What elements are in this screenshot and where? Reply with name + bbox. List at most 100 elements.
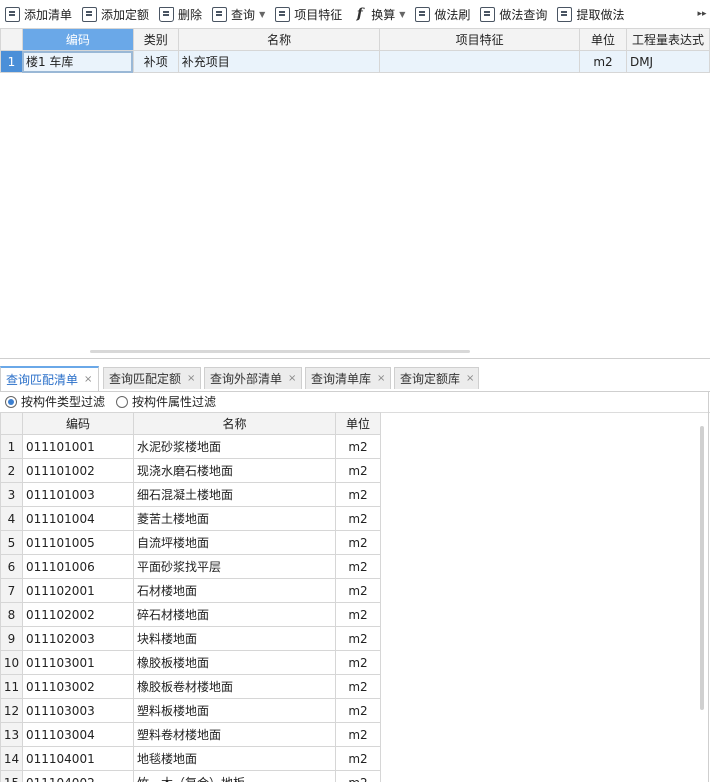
vertical-scrollbar[interactable] [700,426,704,710]
name-cell[interactable]: 橡胶板卷材楼地面 [133,674,336,699]
row-number[interactable]: 4 [0,506,23,531]
code-cell[interactable]: 楼1 车库 [21,50,134,73]
row-number[interactable]: 15 [0,770,23,782]
type-cell[interactable]: 补项 [132,50,179,73]
row-number[interactable]: 3 [0,482,23,507]
code-cell[interactable]: 011101003 [22,482,134,507]
table-row[interactable]: 6 011101006 平面砂浆找平层 m2 [0,554,381,579]
table-row[interactable]: 4 011101004 菱苦土楼地面 m2 [0,506,381,531]
code-cell[interactable]: 011101004 [22,506,134,531]
corner-cell[interactable] [0,412,23,435]
name-cell[interactable]: 石材楼地面 [133,578,336,603]
delete-button[interactable]: 删除 [154,0,207,28]
unit-cell[interactable]: m2 [335,530,381,555]
row-number[interactable]: 12 [0,698,23,723]
row-number[interactable]: 8 [0,602,23,627]
name-cell[interactable]: 地毯楼地面 [133,746,336,771]
unit-cell[interactable]: m2 [335,602,381,627]
code-cell[interactable]: 011102001 [22,578,134,603]
unit-cell[interactable]: m2 [335,650,381,675]
row-number[interactable]: 14 [0,746,23,771]
table-row[interactable]: 10 011103001 橡胶板楼地面 m2 [0,650,381,675]
filter-by-attribute-radio[interactable]: 按构件属性过滤 [116,393,216,410]
table-row[interactable]: 12 011103003 塑料板楼地面 m2 [0,698,381,723]
table-row[interactable]: 9 011102003 块料楼地面 m2 [0,626,381,651]
name-cell[interactable]: 现浇水磨石楼地面 [133,458,336,483]
row-number[interactable]: 6 [0,554,23,579]
column-header-unit[interactable]: 单位 [579,28,627,51]
name-cell[interactable]: 自流坪楼地面 [133,530,336,555]
close-icon[interactable]: × [84,374,92,385]
row-number[interactable]: 2 [0,458,23,483]
name-cell[interactable]: 菱苦土楼地面 [133,506,336,531]
tab-query-match-list[interactable]: 查询匹配清单 × [0,366,99,391]
query-button[interactable]: 查询 ▼ [207,0,270,28]
name-cell[interactable]: 竹、木（复合）地板 [133,770,336,782]
row-number[interactable]: 9 [0,626,23,651]
code-cell[interactable]: 011103004 [22,722,134,747]
name-cell[interactable]: 块料楼地面 [133,626,336,651]
unit-cell[interactable]: m2 [335,746,381,771]
name-cell[interactable]: 橡胶板楼地面 [133,650,336,675]
column-header-unit[interactable]: 单位 [335,412,381,435]
close-icon[interactable]: × [377,373,385,384]
code-cell[interactable]: 011103003 [22,698,134,723]
code-cell[interactable]: 011104002 [22,770,134,782]
table-row[interactable]: 2 011101002 现浇水磨石楼地面 m2 [0,458,381,483]
table-row[interactable]: 14 011104001 地毯楼地面 m2 [0,746,381,771]
code-cell[interactable]: 011101002 [22,458,134,483]
table-row[interactable]: 13 011103004 塑料卷材楼地面 m2 [0,722,381,747]
radio-unselected-icon[interactable] [116,395,129,408]
row-number[interactable]: 1 [0,50,23,73]
code-cell[interactable]: 011102002 [22,602,134,627]
table-row[interactable]: 8 011102002 碎石材楼地面 m2 [0,602,381,627]
feature-button[interactable]: 项目特征 [270,0,347,28]
unit-cell[interactable]: m2 [335,482,381,507]
unit-cell[interactable]: m2 [579,50,627,73]
column-header-code[interactable]: 编码 [21,28,134,51]
name-cell[interactable]: 平面砂浆找平层 [133,554,336,579]
name-cell[interactable]: 补充项目 [177,50,381,73]
unit-cell[interactable]: m2 [335,674,381,699]
unit-cell[interactable]: m2 [335,770,381,782]
table-row[interactable]: 11 011103002 橡胶板卷材楼地面 m2 [0,674,381,699]
column-header-type[interactable]: 类别 [132,28,179,51]
method-brush-button[interactable]: 做法刷 [410,0,475,28]
close-icon[interactable]: × [288,373,296,384]
extract-method-button[interactable]: 提取做法 [552,0,629,28]
code-cell[interactable]: 011103002 [22,674,134,699]
unit-cell[interactable]: m2 [335,458,381,483]
unit-cell[interactable]: m2 [335,578,381,603]
row-number[interactable]: 7 [0,578,23,603]
name-cell[interactable]: 水泥砂浆楼地面 [133,434,336,459]
row-number[interactable]: 5 [0,530,23,555]
expression-cell[interactable]: DMJ [625,50,710,73]
query-dropdown-caret-icon[interactable]: ▼ [259,10,265,19]
unit-cell[interactable]: m2 [335,626,381,651]
code-cell[interactable]: 011103001 [22,650,134,675]
unit-cell[interactable]: m2 [335,698,381,723]
column-header-name[interactable]: 名称 [133,412,336,435]
add-list-button[interactable]: 添加清单 [0,0,77,28]
name-cell[interactable]: 碎石材楼地面 [133,602,336,627]
row-number[interactable]: 1 [0,434,23,459]
unit-cell[interactable]: m2 [335,506,381,531]
tab-query-quota-library[interactable]: 查询定额库 × [394,367,479,389]
name-cell[interactable]: 塑料卷材楼地面 [133,722,336,747]
code-cell[interactable]: 011101001 [22,434,134,459]
close-icon[interactable]: × [187,373,195,384]
horizontal-scrollbar[interactable] [90,350,470,353]
close-icon[interactable]: × [466,373,474,384]
filter-by-type-radio[interactable]: 按构件类型过滤 [5,393,105,410]
tab-query-match-quota[interactable]: 查询匹配定额 × [103,367,201,389]
tab-query-external-list[interactable]: 查询外部清单 × [204,367,302,389]
column-header-feature[interactable]: 项目特征 [379,28,580,51]
code-cell[interactable]: 011101005 [22,530,134,555]
convert-dropdown-caret-icon[interactable]: ▼ [399,10,405,19]
column-header-name[interactable]: 名称 [177,28,381,51]
column-header-code[interactable]: 编码 [22,412,134,435]
radio-selected-icon[interactable] [5,395,17,408]
name-cell[interactable]: 塑料板楼地面 [133,698,336,723]
unit-cell[interactable]: m2 [335,554,381,579]
table-row[interactable]: 1 楼1 车库 补项 补充项目 m2 DMJ [0,50,710,73]
